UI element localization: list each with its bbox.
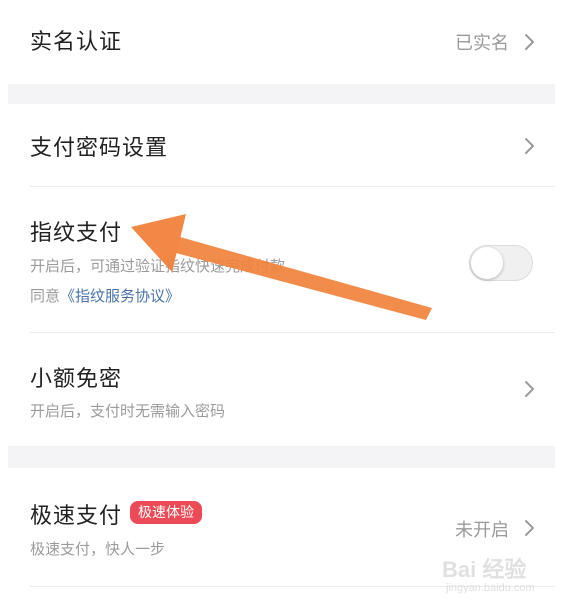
fingerprint-agreement: 同意《指纹服务协议》 xyxy=(30,285,180,306)
payment-password-row[interactable]: 支付密码设置 xyxy=(0,104,569,186)
payment-password-title: 支付密码设置 xyxy=(30,136,169,161)
small-no-password-title: 小额免密 xyxy=(30,367,123,392)
real-name-row[interactable]: 实名认证 已实名 xyxy=(0,0,569,84)
small-no-password-row[interactable]: 小额免密 开启后，支付时无需输入密码 xyxy=(0,333,569,446)
fingerprint-pay-title: 指纹支付 xyxy=(30,221,123,246)
express-pay-title: 极速支付 xyxy=(30,504,123,529)
baidu-watermark: Bai 经验 jingyan.baidu.com xyxy=(440,548,558,600)
real-name-status: 已实名 xyxy=(455,33,509,54)
watermark-text: Bai 经验 xyxy=(442,557,527,582)
fingerprint-agreement-link[interactable]: 《指纹服务协议》 xyxy=(60,287,180,305)
security-settings-page: 实名认证 已实名 支付密码设置 指纹支付 开启后，可通过验证指纹快速完成付款 同… xyxy=(0,0,569,603)
express-pay-description: 极速支付，快人一步 xyxy=(30,540,166,558)
chevron-right-icon xyxy=(525,34,534,50)
watermark-sub: jingyan.baidu.com xyxy=(446,582,535,594)
chevron-right-icon xyxy=(525,520,534,536)
fingerprint-pay-toggle[interactable] xyxy=(469,245,533,281)
section-gap xyxy=(8,84,555,104)
real-name-title: 实名认证 xyxy=(30,30,123,55)
small-no-password-description: 开启后，支付时无需输入密码 xyxy=(30,402,226,420)
section-gap xyxy=(8,446,555,468)
express-pay-badge: 极速体验 xyxy=(130,501,202,524)
chevron-right-icon xyxy=(525,381,534,397)
chevron-right-icon xyxy=(525,138,534,154)
express-pay-status: 未开启 xyxy=(455,520,509,541)
agreement-prefix: 同意 xyxy=(30,287,61,305)
fingerprint-pay-row: 指纹支付 开启后，可通过验证指纹快速完成付款 同意《指纹服务协议》 xyxy=(0,187,569,332)
toggle-knob xyxy=(471,247,503,279)
fingerprint-pay-description: 开启后，可通过验证指纹快速完成付款 xyxy=(30,257,286,275)
